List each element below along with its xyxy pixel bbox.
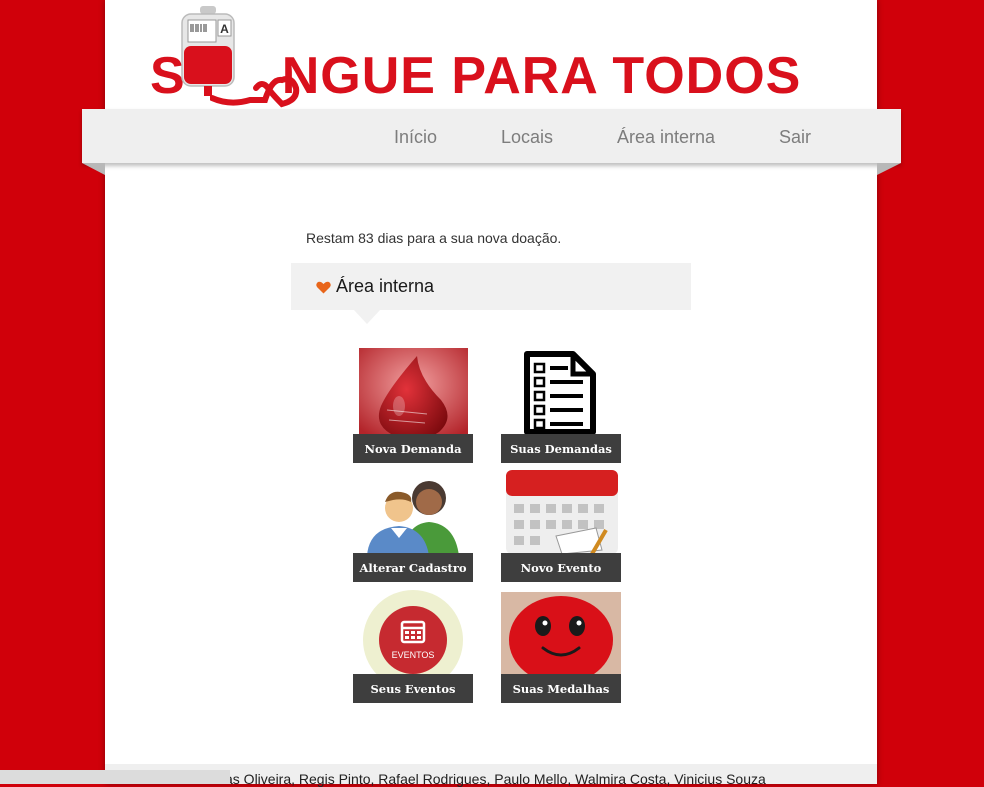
nav-ribbon-fold-left bbox=[82, 163, 105, 175]
alterar-cadastro-tile[interactable]: Alterar Cadastro bbox=[353, 474, 473, 582]
donation-countdown: Restam 83 dias para a sua nova doação. bbox=[306, 230, 562, 246]
heart-icon bbox=[316, 281, 331, 294]
horizontal-scrollbar[interactable] bbox=[0, 770, 230, 784]
tile-label: Suas Medalhas bbox=[501, 674, 621, 703]
users-icon bbox=[367, 481, 459, 556]
tile-label: Suas Demandas bbox=[501, 434, 621, 463]
seus-eventos-tile[interactable]: EVENTOS Seus Eventos bbox=[353, 590, 473, 703]
blood-bag-icon: A bbox=[181, 6, 235, 96]
blood-drop-icon bbox=[359, 348, 468, 438]
logo-text-end: NGUE PARA TODOS bbox=[281, 47, 802, 105]
svg-text:A: A bbox=[220, 22, 229, 36]
suas-demandas-tile[interactable]: Suas Demandas bbox=[501, 348, 621, 463]
checklist-document-icon bbox=[524, 351, 596, 435]
smiling-drop-medal-icon bbox=[501, 592, 621, 676]
nav-item-locais[interactable]: Locais bbox=[501, 127, 553, 148]
novo-evento-tile[interactable]: Novo Evento bbox=[501, 470, 621, 582]
tile-label: Alterar Cadastro bbox=[353, 553, 473, 582]
suas-medalhas-tile[interactable]: Suas Medalhas bbox=[501, 592, 621, 703]
section-title: Área interna bbox=[336, 276, 435, 296]
calendar-icon bbox=[506, 470, 618, 554]
nav-item-area-interna[interactable]: Área interna bbox=[617, 127, 715, 148]
section-header-pointer bbox=[354, 310, 380, 324]
nav-ribbon-fold-right bbox=[877, 163, 901, 175]
tile-label: Seus Eventos bbox=[353, 674, 473, 703]
tile-label: Novo Evento bbox=[501, 553, 621, 582]
nova-demanda-tile[interactable]: Nova Demanda bbox=[353, 348, 473, 463]
tile-label: Nova Demanda bbox=[353, 434, 473, 463]
footer-credits: as Oliveira, Regis Pinto, Rafael Rodrigu… bbox=[225, 771, 766, 787]
main-navigation: Início Locais Área interna Sair bbox=[82, 109, 901, 163]
nav-item-inicio[interactable]: Início bbox=[394, 127, 437, 148]
nav-item-sair[interactable]: Sair bbox=[779, 127, 811, 148]
site-logo[interactable]: S NGUE PARA TODOS A bbox=[150, 6, 830, 108]
svg-text:EVENTOS: EVENTOS bbox=[392, 650, 435, 660]
events-calendar-icon: EVENTOS bbox=[363, 590, 463, 676]
